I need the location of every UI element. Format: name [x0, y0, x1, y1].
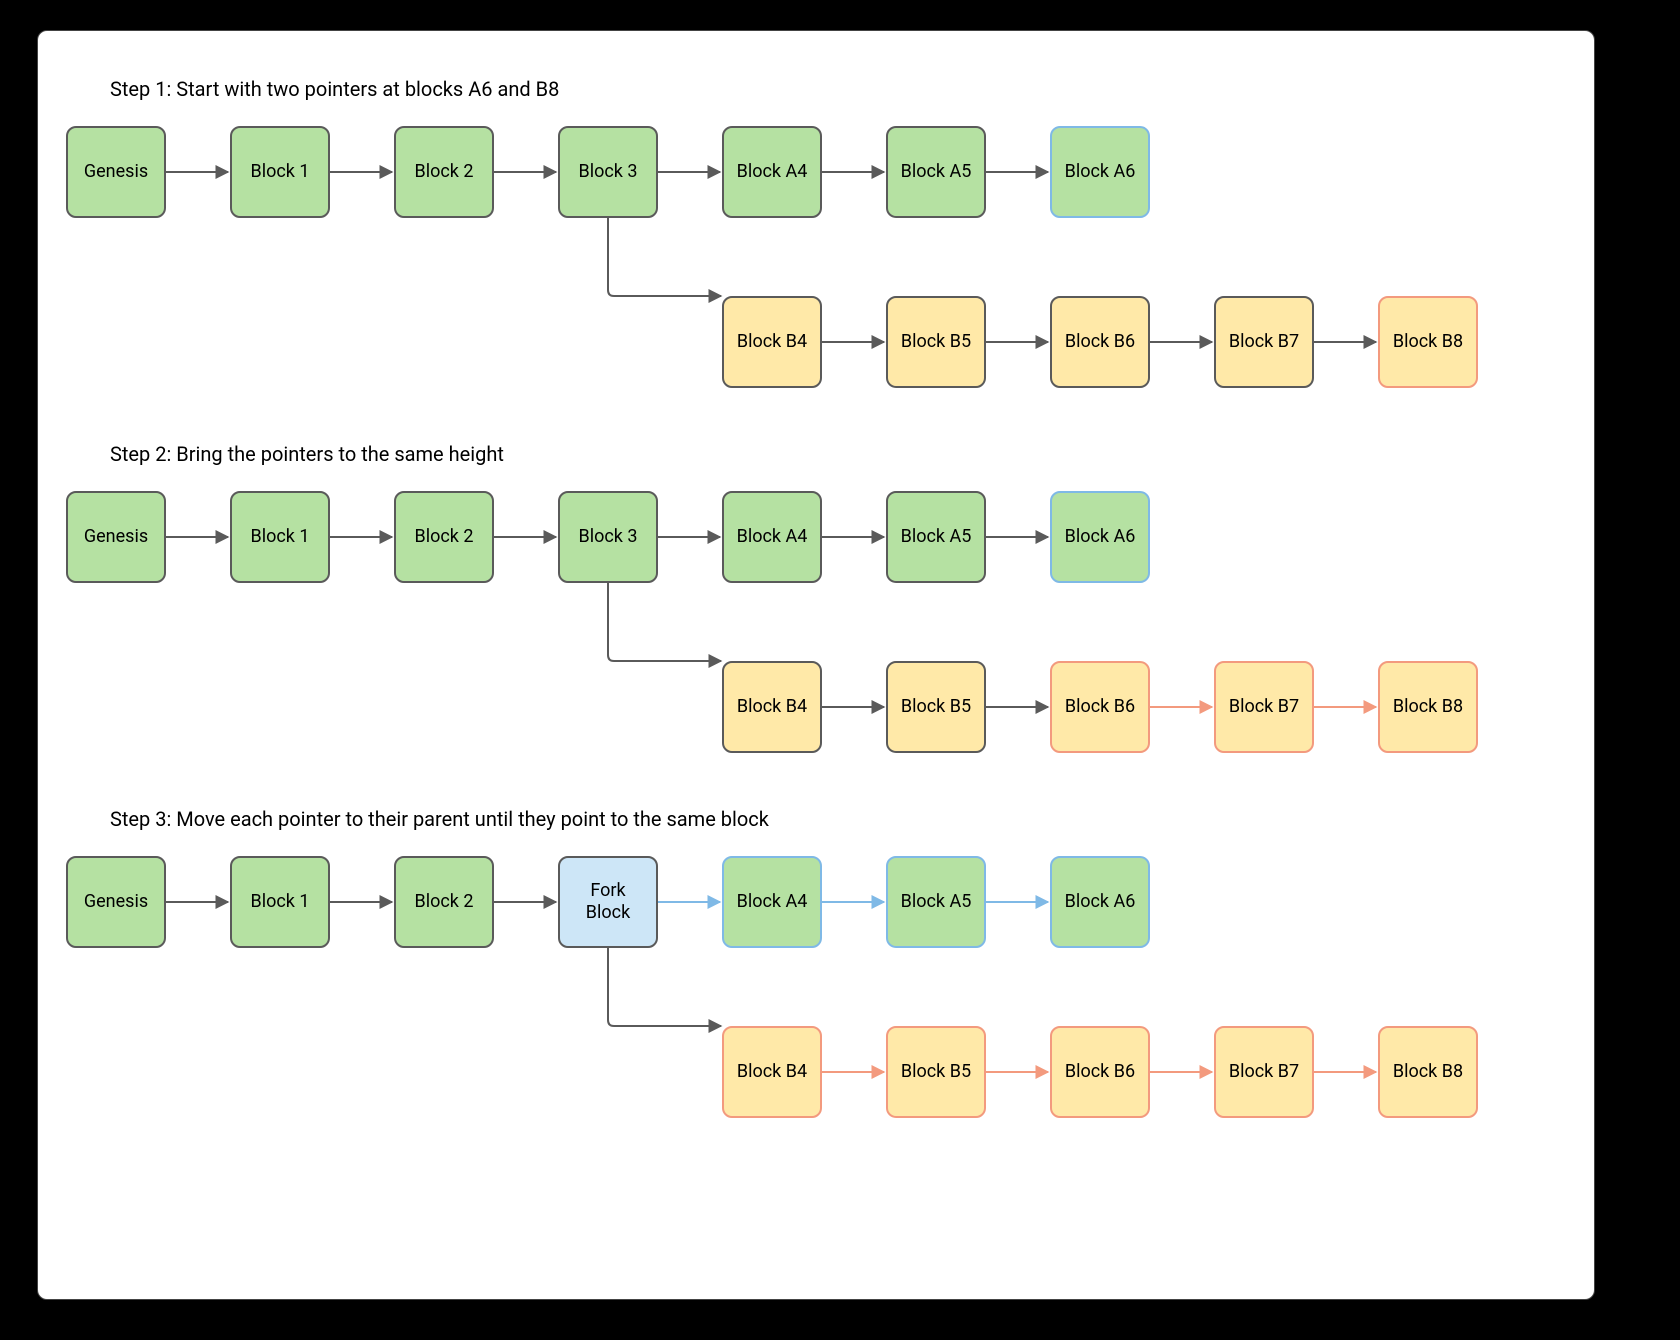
- block-b5: Block B5: [886, 296, 986, 388]
- block-a4: Block A4: [722, 126, 822, 218]
- block-label: Fork Block: [586, 880, 630, 923]
- block-b8: Block B8: [1378, 1026, 1478, 1118]
- block-label: Block 3: [579, 161, 638, 183]
- block-1: Block 1: [230, 491, 330, 583]
- block-2: Block 2: [394, 126, 494, 218]
- block-label: Block A5: [901, 891, 972, 913]
- block-genesis: Genesis: [66, 491, 166, 583]
- block-b6: Block B6: [1050, 1026, 1150, 1118]
- block-label: Block A6: [1065, 891, 1136, 913]
- block-3: Block 3: [558, 126, 658, 218]
- block-label: Block B8: [1393, 331, 1463, 353]
- step3-title: Step 3: Move each pointer to their paren…: [110, 807, 769, 831]
- block-label: Block B6: [1065, 1061, 1135, 1083]
- block-label: Block B8: [1393, 696, 1463, 718]
- block-label: Block 2: [415, 161, 474, 183]
- block-label: Block A5: [901, 526, 972, 548]
- block-b7: Block B7: [1214, 1026, 1314, 1118]
- block-label: Block B7: [1229, 1061, 1299, 1083]
- step1-title: Step 1: Start with two pointers at block…: [110, 77, 559, 101]
- block-2: Block 2: [394, 491, 494, 583]
- block-b4: Block B4: [722, 661, 822, 753]
- block-b7: Block B7: [1214, 661, 1314, 753]
- block-label: Block B4: [737, 1061, 807, 1083]
- block-1: Block 1: [230, 856, 330, 948]
- block-a5: Block A5: [886, 126, 986, 218]
- block-3: Block 3: [558, 491, 658, 583]
- block-label: Block 2: [415, 526, 474, 548]
- block-b6-pointer: Block B6: [1050, 661, 1150, 753]
- block-a6-pointer: Block A6: [1050, 126, 1150, 218]
- block-label: Genesis: [84, 161, 148, 183]
- block-label: Block 1: [251, 891, 310, 913]
- fork-block: Fork Block: [558, 856, 658, 948]
- block-a6: Block A6: [1050, 856, 1150, 948]
- block-label: Block B7: [1229, 331, 1299, 353]
- block-label: Block B4: [737, 696, 807, 718]
- block-2: Block 2: [394, 856, 494, 948]
- block-a4: Block A4: [722, 491, 822, 583]
- block-a6-pointer: Block A6: [1050, 491, 1150, 583]
- step2-title: Step 2: Bring the pointers to the same h…: [110, 442, 504, 466]
- block-b4: Block B4: [722, 1026, 822, 1118]
- block-label: Block 3: [579, 526, 638, 548]
- block-genesis: Genesis: [66, 126, 166, 218]
- block-label: Block B4: [737, 331, 807, 353]
- block-label: Genesis: [84, 891, 148, 913]
- block-label: Block B7: [1229, 696, 1299, 718]
- block-b5: Block B5: [886, 1026, 986, 1118]
- block-label: Block A6: [1065, 526, 1136, 548]
- block-label: Block B8: [1393, 1061, 1463, 1083]
- block-label: Block A6: [1065, 161, 1136, 183]
- block-label: Block 1: [251, 526, 310, 548]
- block-b8: Block B8: [1378, 661, 1478, 753]
- block-label: Block A4: [737, 161, 808, 183]
- block-b8-pointer: Block B8: [1378, 296, 1478, 388]
- block-a5: Block A5: [886, 491, 986, 583]
- block-label: Block B6: [1065, 331, 1135, 353]
- block-genesis: Genesis: [66, 856, 166, 948]
- block-a4: Block A4: [722, 856, 822, 948]
- block-b6: Block B6: [1050, 296, 1150, 388]
- block-label: Block 1: [251, 161, 310, 183]
- diagram-frame: Step 1: Start with two pointers at block…: [37, 30, 1595, 1300]
- block-b7: Block B7: [1214, 296, 1314, 388]
- block-label: Block B5: [901, 331, 971, 353]
- block-a5: Block A5: [886, 856, 986, 948]
- block-label: Block B6: [1065, 696, 1135, 718]
- block-label: Block B5: [901, 1061, 971, 1083]
- block-label: Block A4: [737, 891, 808, 913]
- block-label: Block A5: [901, 161, 972, 183]
- block-b5: Block B5: [886, 661, 986, 753]
- block-label: Block 2: [415, 891, 474, 913]
- block-label: Block A4: [737, 526, 808, 548]
- block-label: Genesis: [84, 526, 148, 548]
- block-1: Block 1: [230, 126, 330, 218]
- block-b4: Block B4: [722, 296, 822, 388]
- block-label: Block B5: [901, 696, 971, 718]
